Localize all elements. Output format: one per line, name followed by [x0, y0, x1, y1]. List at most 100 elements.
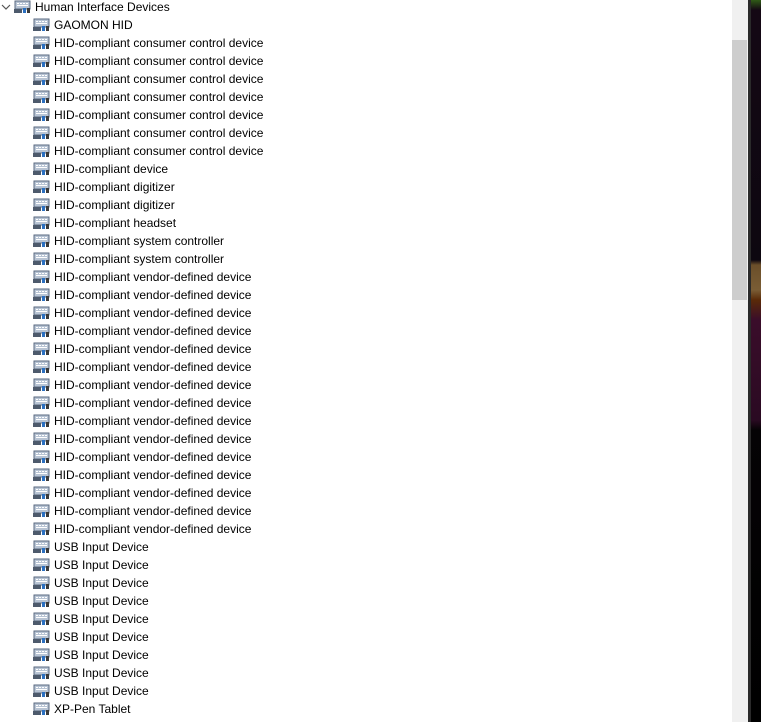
hid-device-icon: [33, 396, 51, 410]
device-label: HID-compliant consumer control device: [54, 36, 264, 50]
device-list-item[interactable]: HID-compliant device: [0, 160, 732, 178]
device-list-item[interactable]: USB Input Device: [0, 646, 732, 664]
device-label: HID-compliant consumer control device: [54, 108, 264, 122]
hid-device-icon: [33, 36, 51, 50]
vertical-scrollbar[interactable]: [732, 0, 748, 722]
device-list-item[interactable]: USB Input Device: [0, 610, 732, 628]
device-list-item[interactable]: HID-compliant vendor-defined device: [0, 484, 732, 502]
device-list-item[interactable]: HID-compliant vendor-defined device: [0, 430, 732, 448]
device-list-item[interactable]: USB Input Device: [0, 682, 732, 700]
device-label: HID-compliant vendor-defined device: [54, 414, 252, 428]
device-list-item[interactable]: HID-compliant system controller: [0, 250, 732, 268]
device-label: HID-compliant consumer control device: [54, 144, 264, 158]
device-list-item[interactable]: GAOMON HID: [0, 16, 732, 34]
device-list-item[interactable]: USB Input Device: [0, 592, 732, 610]
device-label: HID-compliant consumer control device: [54, 126, 264, 140]
device-label: HID-compliant vendor-defined device: [54, 270, 252, 284]
device-label: HID-compliant vendor-defined device: [54, 468, 252, 482]
device-label: HID-compliant headset: [54, 216, 177, 230]
device-list-item[interactable]: HID-compliant consumer control device: [0, 52, 732, 70]
device-label: HID-compliant consumer control device: [54, 54, 264, 68]
device-label: HID-compliant vendor-defined device: [54, 486, 252, 500]
hid-device-icon: [33, 522, 51, 536]
hid-device-icon: [33, 108, 51, 122]
device-list-item[interactable]: HID-compliant consumer control device: [0, 106, 732, 124]
device-list-item[interactable]: USB Input Device: [0, 628, 732, 646]
device-list-item[interactable]: HID-compliant consumer control device: [0, 124, 732, 142]
device-list-item[interactable]: HID-compliant digitizer: [0, 196, 732, 214]
hid-device-icon: [33, 324, 51, 338]
device-list-item[interactable]: HID-compliant vendor-defined device: [0, 520, 732, 538]
category-label: Human Interface Devices: [35, 0, 170, 14]
device-list-item[interactable]: USB Input Device: [0, 556, 732, 574]
hid-device-icon: [33, 432, 51, 446]
chevron-down-icon[interactable]: [1, 0, 11, 16]
hid-device-icon: [33, 162, 51, 176]
device-list-item[interactable]: HID-compliant consumer control device: [0, 88, 732, 106]
device-list-item[interactable]: XP-Pen Tablet: [0, 700, 732, 718]
device-label: USB Input Device: [54, 558, 149, 572]
device-label: USB Input Device: [54, 684, 149, 698]
hid-device-icon: [33, 648, 51, 662]
hid-device-icon: [33, 576, 51, 590]
device-list-item[interactable]: HID-compliant system controller: [0, 232, 732, 250]
hid-device-icon: [33, 252, 51, 266]
hid-device-icon: [14, 0, 32, 14]
device-list-item[interactable]: HID-compliant vendor-defined device: [0, 322, 732, 340]
device-list-item[interactable]: HID-compliant vendor-defined device: [0, 466, 732, 484]
device-list-item[interactable]: HID-compliant vendor-defined device: [0, 448, 732, 466]
device-list-item[interactable]: HID-compliant digitizer: [0, 178, 732, 196]
device-label: USB Input Device: [54, 540, 149, 554]
device-list-item[interactable]: HID-compliant headset: [0, 214, 732, 232]
hid-device-icon: [33, 198, 51, 212]
hid-device-icon: [33, 450, 51, 464]
device-list-item[interactable]: HID-compliant vendor-defined device: [0, 304, 732, 322]
device-label: XP-Pen Tablet: [54, 702, 131, 716]
device-list-item[interactable]: USB Input Device: [0, 574, 732, 592]
hid-device-icon: [33, 702, 51, 716]
hid-device-icon: [33, 234, 51, 248]
hid-device-icon: [33, 144, 51, 158]
hid-device-icon: [33, 306, 51, 320]
device-list-item[interactable]: HID-compliant vendor-defined device: [0, 502, 732, 520]
device-list-item[interactable]: HID-compliant consumer control device: [0, 34, 732, 52]
device-list-item[interactable]: HID-compliant vendor-defined device: [0, 268, 732, 286]
hid-device-icon: [33, 342, 51, 356]
hid-device-icon: [33, 486, 51, 500]
device-label: USB Input Device: [54, 666, 149, 680]
hid-device-icon: [33, 666, 51, 680]
hid-device-icon: [33, 90, 51, 104]
hid-device-icon: [33, 414, 51, 428]
hid-device-icon: [33, 180, 51, 194]
device-label: HID-compliant consumer control device: [54, 72, 264, 86]
hid-device-icon: [33, 18, 51, 32]
device-label: HID-compliant vendor-defined device: [54, 342, 252, 356]
device-tree: Human Interface Devices GAOMON HID HID-c…: [0, 0, 732, 718]
device-list-item[interactable]: HID-compliant vendor-defined device: [0, 358, 732, 376]
device-list-item[interactable]: USB Input Device: [0, 538, 732, 556]
hid-device-icon: [33, 558, 51, 572]
category-human-interface-devices[interactable]: Human Interface Devices: [0, 0, 732, 16]
device-label: HID-compliant vendor-defined device: [54, 522, 252, 536]
device-label: HID-compliant vendor-defined device: [54, 432, 252, 446]
device-list-item[interactable]: HID-compliant vendor-defined device: [0, 412, 732, 430]
device-list-item[interactable]: HID-compliant vendor-defined device: [0, 340, 732, 358]
device-list-item[interactable]: HID-compliant vendor-defined device: [0, 394, 732, 412]
device-list-item[interactable]: HID-compliant vendor-defined device: [0, 286, 732, 304]
device-list-item[interactable]: USB Input Device: [0, 664, 732, 682]
device-label: HID-compliant vendor-defined device: [54, 288, 252, 302]
device-list-item[interactable]: HID-compliant vendor-defined device: [0, 376, 732, 394]
hid-device-icon: [33, 270, 51, 284]
device-list-item[interactable]: HID-compliant consumer control device: [0, 70, 732, 88]
device-label: USB Input Device: [54, 612, 149, 626]
device-label: HID-compliant digitizer: [54, 198, 175, 212]
hid-device-icon: [33, 468, 51, 482]
device-label: USB Input Device: [54, 630, 149, 644]
device-label: HID-compliant vendor-defined device: [54, 378, 252, 392]
scrollbar-thumb[interactable]: [732, 40, 747, 300]
hid-device-icon: [33, 378, 51, 392]
hid-device-icon: [33, 630, 51, 644]
device-label: HID-compliant device: [54, 162, 169, 176]
hid-device-icon: [33, 126, 51, 140]
device-list-item[interactable]: HID-compliant consumer control device: [0, 142, 732, 160]
